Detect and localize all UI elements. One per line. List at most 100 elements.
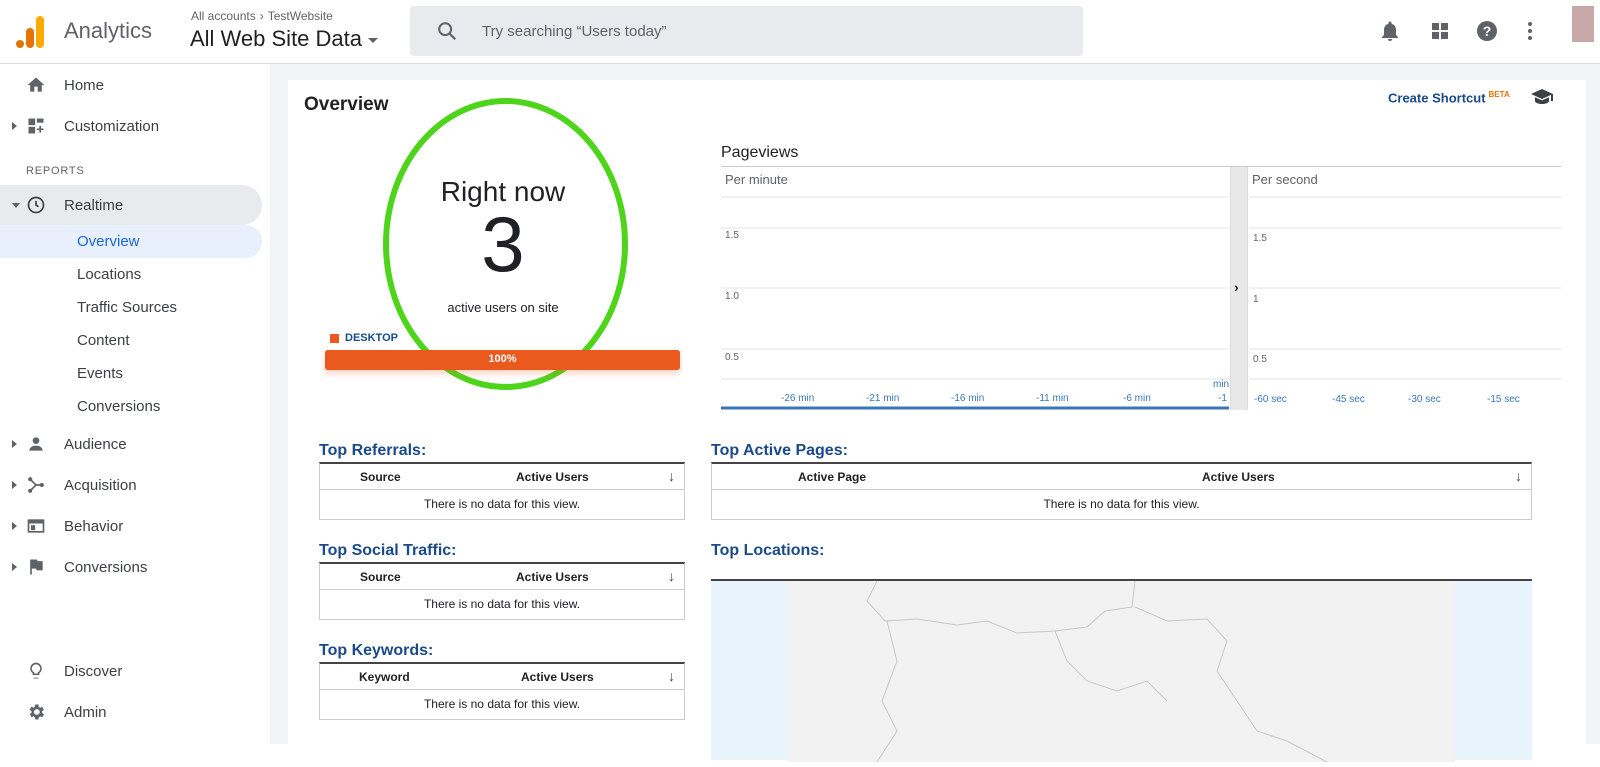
beta-badge: BETA bbox=[1488, 90, 1510, 99]
sidebar-subitem-overview[interactable]: Overview bbox=[0, 225, 262, 258]
sort-arrow-icon[interactable]: ↓ bbox=[668, 468, 675, 484]
second-ytick: 0.5 bbox=[1253, 354, 1267, 365]
sidebar-subitem-content[interactable]: Content bbox=[0, 324, 262, 357]
minute-xtick: -6 min bbox=[1123, 393, 1151, 404]
minute-ytick: 0.5 bbox=[725, 352, 739, 363]
empty-message: There is no data for this view. bbox=[423, 597, 581, 611]
device-share-bar[interactable]: 100% bbox=[325, 350, 680, 370]
expand-arrow-icon bbox=[12, 522, 17, 530]
col-source[interactable]: Source bbox=[360, 570, 401, 584]
sidebar-item-behavior[interactable]: Behavior bbox=[0, 506, 262, 546]
sort-arrow-icon[interactable]: ↓ bbox=[668, 668, 675, 684]
caret-down-icon bbox=[368, 37, 379, 43]
sidebar-subitem-traffic-sources[interactable]: Traffic Sources bbox=[0, 291, 262, 324]
more-vert-icon[interactable] bbox=[1518, 19, 1542, 43]
empty-message: There is no data for this view. bbox=[1043, 497, 1200, 511]
home-icon bbox=[27, 77, 45, 92]
empty-message: There is no data for this view. bbox=[423, 697, 581, 711]
table-header: Keyword Active Users ↓ bbox=[320, 664, 684, 690]
minute-xtick: -11 min bbox=[1036, 393, 1069, 404]
table-header: Source Active Users ↓ bbox=[320, 564, 684, 590]
search-icon bbox=[438, 22, 457, 41]
sidebar-item-conversions[interactable]: Conversions bbox=[0, 547, 262, 587]
sort-arrow-icon[interactable]: ↓ bbox=[1515, 468, 1522, 484]
second-ytick: 1 bbox=[1253, 294, 1259, 305]
search-bar[interactable]: Try searching “Users today” bbox=[410, 6, 1083, 56]
minute-xtick: -21 min bbox=[866, 393, 900, 404]
sidebar-subitem-label: Content bbox=[77, 332, 130, 349]
person-icon bbox=[29, 437, 43, 451]
expand-arrow-icon bbox=[12, 563, 17, 571]
sidebar-subitem-label: Locations bbox=[77, 266, 142, 283]
minute-xtick: -26 min bbox=[781, 393, 815, 404]
sidebar-item-home[interactable]: Home bbox=[0, 65, 262, 105]
sidebar-item-audience[interactable]: Audience bbox=[0, 424, 262, 464]
account-breadcrumb[interactable]: All accounts › TestWebsite bbox=[191, 9, 333, 23]
top-active-pages-table: Active Page Active Users ↓ There is no d… bbox=[711, 462, 1532, 520]
sidebar-item-label: Admin bbox=[64, 703, 107, 721]
search-placeholder: Try searching “Users today” bbox=[482, 23, 667, 40]
sidebar-subitem-conversions[interactable]: Conversions bbox=[0, 390, 262, 423]
sort-arrow-icon[interactable]: ↓ bbox=[668, 568, 675, 584]
sidebar-item-label: Home bbox=[64, 76, 105, 94]
top-locations-title[interactable]: Top Locations: bbox=[711, 542, 824, 560]
sidebar-item-admin[interactable]: Admin bbox=[0, 692, 262, 732]
sidebar-item-discover[interactable]: Discover bbox=[0, 651, 262, 691]
col-active-users[interactable]: Active Users bbox=[516, 470, 589, 484]
graduation-cap-icon[interactable] bbox=[1530, 88, 1554, 106]
device-legend: DESKTOP bbox=[330, 332, 398, 344]
top-bar: Analytics All accounts › TestWebsite All W… bbox=[0, 0, 1600, 64]
col-active-users[interactable]: Active Users bbox=[516, 570, 589, 584]
flag-icon bbox=[30, 559, 43, 575]
sidebar-subitem-label: Conversions bbox=[77, 398, 161, 415]
top-referrals-title[interactable]: Top Referrals: bbox=[319, 442, 426, 460]
sidebar-item-customization[interactable]: Customization bbox=[0, 106, 262, 146]
sidebar-item-label: Acquisition bbox=[64, 476, 137, 494]
create-shortcut-link[interactable]: Create Shortcut BETA bbox=[1388, 90, 1510, 105]
expand-arrow-icon bbox=[12, 440, 17, 448]
device-color-swatch bbox=[330, 333, 339, 343]
col-active-users[interactable]: Active Users bbox=[521, 670, 594, 684]
sidebar-subitem-locations[interactable]: Locations bbox=[0, 258, 262, 291]
per-minute-label: Per minute bbox=[725, 172, 788, 187]
chart-splitter[interactable]: › bbox=[1230, 167, 1248, 410]
map-land bbox=[787, 580, 1455, 763]
second-xtick: -45 sec bbox=[1332, 394, 1365, 405]
sidebar: Home Customization REPORTS Realtime Over… bbox=[0, 64, 262, 744]
dashboard-icon bbox=[28, 118, 44, 134]
chevron-right-icon[interactable]: › bbox=[1234, 279, 1239, 295]
acquisition-icon bbox=[28, 477, 44, 493]
apps-grid-icon[interactable] bbox=[1428, 19, 1452, 43]
property-crumb[interactable]: TestWebsite bbox=[268, 9, 333, 23]
pageviews-gridlines bbox=[721, 196, 1561, 410]
sidebar-item-label: Realtime bbox=[64, 196, 124, 214]
col-active-page[interactable]: Active Page bbox=[798, 470, 866, 484]
sidebar-item-acquisition[interactable]: Acquisition bbox=[0, 465, 262, 505]
minute-xtick-unit: min bbox=[1213, 379, 1230, 390]
top-social-title[interactable]: Top Social Traffic: bbox=[319, 542, 457, 560]
top-active-pages-title[interactable]: Top Active Pages: bbox=[711, 442, 848, 460]
svg-text:?: ? bbox=[1483, 23, 1492, 39]
view-selector[interactable]: All Web Site Data bbox=[190, 26, 379, 52]
col-active-users[interactable]: Active Users bbox=[1202, 470, 1275, 484]
help-icon[interactable]: ? bbox=[1475, 19, 1499, 43]
gear-icon bbox=[29, 704, 44, 720]
top-keywords-title[interactable]: Top Keywords: bbox=[319, 642, 433, 660]
sidebar-item-realtime[interactable]: Realtime bbox=[0, 185, 262, 225]
minute-ytick: 1.5 bbox=[725, 230, 739, 241]
top-referrals-table: Source Active Users ↓ There is no data f… bbox=[319, 462, 685, 520]
top-keywords-table: Keyword Active Users ↓ There is no data … bbox=[319, 662, 685, 720]
col-source[interactable]: Source bbox=[360, 470, 401, 484]
analytics-logo-icon[interactable] bbox=[16, 14, 46, 48]
account-crumb[interactable]: All accounts bbox=[191, 9, 256, 23]
notifications-bell-icon[interactable] bbox=[1378, 19, 1402, 43]
lightbulb-icon bbox=[30, 662, 42, 679]
table-header: Active Page Active Users ↓ bbox=[712, 464, 1531, 490]
col-keyword[interactable]: Keyword bbox=[359, 670, 410, 684]
sidebar-subitem-events[interactable]: Events bbox=[0, 357, 262, 390]
sidebar-item-label: Behavior bbox=[64, 517, 124, 535]
table-header: Source Active Users ↓ bbox=[320, 464, 684, 490]
locations-map[interactable] bbox=[711, 579, 1532, 763]
avatar[interactable] bbox=[1572, 6, 1594, 42]
main-content: Overview Create Shortcut BETA Right now 3… bbox=[270, 64, 1600, 763]
